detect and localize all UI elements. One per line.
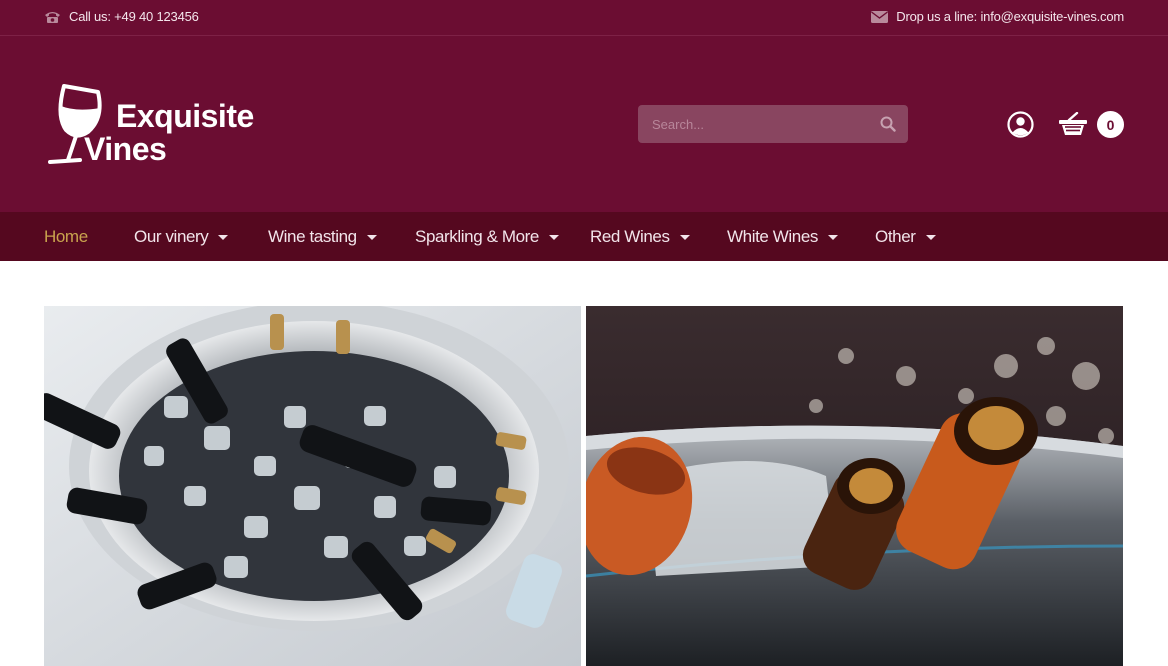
brand-name: Exquisite Vines <box>84 98 254 166</box>
chevron-down-icon <box>925 235 936 240</box>
nav-item-label: Red Wines <box>590 226 670 246</box>
phone-text: Call us: +49 40 123456 <box>69 9 199 24</box>
email-text: Drop us a line: info@exquisite-vines.com <box>896 9 1124 24</box>
nav-item-label: Our vinery <box>134 226 209 246</box>
nav-item-wine-tasting[interactable]: Wine tasting <box>268 212 377 261</box>
logo[interactable]: Exquisite Vines <box>46 82 266 172</box>
site-header: Exquisite Vines 0 <box>0 36 1168 212</box>
search-box <box>638 105 908 143</box>
nav-item-label: Other <box>875 226 916 246</box>
chevron-down-icon <box>218 235 229 240</box>
chevron-down-icon <box>828 235 839 240</box>
nav-item-red-wines[interactable]: Red Wines <box>590 212 690 261</box>
hero-photo-sparkling[interactable] <box>586 306 1123 666</box>
phone-contact[interactable]: Call us: +49 40 123456 <box>44 9 199 24</box>
cart-icon[interactable] <box>1059 111 1087 141</box>
chevron-down-icon <box>549 235 559 240</box>
nav-item-white-wines[interactable]: White Wines <box>727 212 839 261</box>
main-nav: Home Our vinery Wine tasting Sparkling &… <box>0 212 1168 261</box>
top-bar: Call us: +49 40 123456 Drop us a line: i… <box>0 0 1168 36</box>
hero-photo-ice-bucket[interactable] <box>44 306 581 666</box>
mail-icon <box>871 10 889 23</box>
nav-item-label: Sparkling & More <box>415 226 539 246</box>
brand-line-2: Vines <box>84 131 167 167</box>
search-input[interactable] <box>638 105 868 143</box>
nav-item-other[interactable]: Other <box>875 212 936 261</box>
nav-item-our-vinery[interactable]: Our vinery <box>134 212 229 261</box>
nav-item-label: White Wines <box>727 226 819 246</box>
nav-item-label: Home <box>44 226 88 246</box>
cart-count-badge[interactable]: 0 <box>1097 111 1124 138</box>
brand-line-1: Exquisite <box>116 98 254 134</box>
user-icon[interactable] <box>1007 111 1034 143</box>
chevron-down-icon <box>366 235 377 240</box>
phone-icon <box>44 10 61 24</box>
search-icon[interactable] <box>880 116 896 137</box>
nav-item-home[interactable]: Home <box>44 212 88 261</box>
nav-item-sparkling[interactable]: Sparkling & More <box>415 212 559 261</box>
email-contact[interactable]: Drop us a line: info@exquisite-vines.com <box>871 9 1124 24</box>
chevron-down-icon <box>679 235 690 240</box>
nav-item-label: Wine tasting <box>268 226 357 246</box>
